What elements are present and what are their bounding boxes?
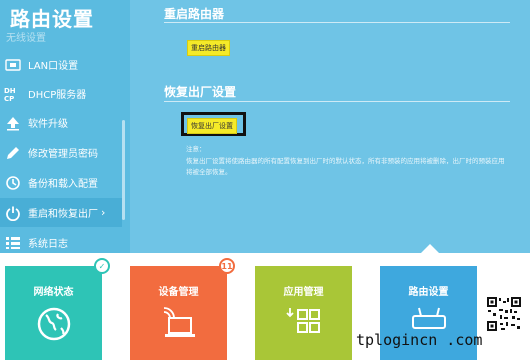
sidebar-item-label: 软件升级 bbox=[28, 119, 68, 130]
sidebar-item-label: 修改管理员密码 bbox=[28, 149, 98, 160]
laptop-wifi-icon bbox=[159, 306, 199, 344]
sidebar-item-label: 备份和载入配置 bbox=[28, 179, 98, 190]
sidebar-item-backup[interactable]: 备份和载入配置 bbox=[0, 168, 122, 197]
globe-icon bbox=[36, 306, 72, 346]
sidebar-item-lan[interactable]: LAN口设置 bbox=[0, 50, 122, 79]
tile-label: 路由设置 bbox=[408, 287, 449, 298]
backup-icon bbox=[3, 173, 23, 193]
sidebar-item-dhcp[interactable]: DH CP DHCP服务器 bbox=[0, 79, 122, 108]
sidebar: 路由设置 无线设置 LAN口设置 DH CP DHCP服务器 软件升级 修改管理员… bbox=[0, 0, 130, 253]
tile-label: 应用管理 bbox=[283, 287, 324, 298]
tile-app-management[interactable]: 应用管理 bbox=[255, 266, 352, 360]
qr-code bbox=[486, 296, 522, 332]
reboot-divider bbox=[164, 22, 510, 23]
sidebar-item-syslog[interactable]: 系统日志 bbox=[0, 228, 122, 253]
check-badge-icon: ✓ bbox=[94, 258, 110, 274]
count-badge: 11 bbox=[219, 258, 235, 274]
factory-reset-section-title: 恢复出厂设置 bbox=[164, 85, 237, 99]
sidebar-item-wireless-partial[interactable]: 无线设置 bbox=[6, 29, 46, 44]
main-panel: 重启路由器 重启路由器 恢复出厂设置 恢复出厂设置 注意： 恢复出厂设置将使路由… bbox=[130, 0, 530, 253]
tile-device-management[interactable]: 11 设备管理 bbox=[130, 258, 235, 360]
tile-label: 设备管理 bbox=[158, 287, 199, 298]
sidebar-title: 路由设置 bbox=[10, 7, 94, 31]
sidebar-item-label: 系统日志 bbox=[28, 239, 68, 250]
note-line-2: 将被全部恢复。 bbox=[186, 168, 232, 176]
sidebar-item-upgrade[interactable]: 软件升级 bbox=[0, 108, 122, 137]
note-line-1: 恢复出厂设置将使路由器的所有配置恢复到出厂时的默认状态，所有非预装的应用将被删除… bbox=[186, 157, 505, 165]
dhcp-icon: DH CP bbox=[3, 84, 23, 104]
svg-text:DH: DH bbox=[4, 87, 16, 95]
pencil-icon bbox=[3, 143, 23, 163]
active-tile-pointer bbox=[421, 244, 439, 253]
sidebar-scrollbar[interactable] bbox=[122, 120, 125, 220]
power-icon bbox=[3, 203, 23, 223]
lan-icon bbox=[3, 55, 23, 75]
log-icon bbox=[3, 233, 23, 253]
sidebar-item-password[interactable]: 修改管理员密码 bbox=[0, 138, 122, 167]
reboot-section-title: 重启路由器 bbox=[164, 7, 225, 21]
apps-grid-icon bbox=[284, 306, 324, 344]
chevron-right-icon: › bbox=[101, 206, 106, 219]
factory-reset-divider bbox=[164, 101, 510, 102]
sidebar-item-label: DHCP服务器 bbox=[28, 90, 87, 101]
factory-reset-button[interactable]: 恢复出厂设置 bbox=[187, 118, 237, 134]
note-title: 注意： bbox=[186, 145, 206, 153]
sidebar-item-label: 重启和恢复出厂 bbox=[28, 209, 98, 220]
svg-text:CP: CP bbox=[4, 95, 14, 103]
watermark-text: tplogincn .com bbox=[356, 331, 483, 349]
reboot-button[interactable]: 重启路由器 bbox=[187, 40, 230, 56]
upgrade-icon bbox=[3, 113, 23, 133]
bottom-nav: ✓ 网络状态 11 设备管理 应用管理 路由设置 tplogincn .com bbox=[0, 253, 530, 360]
sidebar-item-label: LAN口设置 bbox=[28, 61, 79, 72]
tile-network-status[interactable]: ✓ 网络状态 bbox=[5, 258, 110, 360]
tile-label: 网络状态 bbox=[33, 287, 74, 298]
sidebar-item-reboot-reset[interactable]: 重启和恢复出厂 › bbox=[0, 198, 122, 227]
